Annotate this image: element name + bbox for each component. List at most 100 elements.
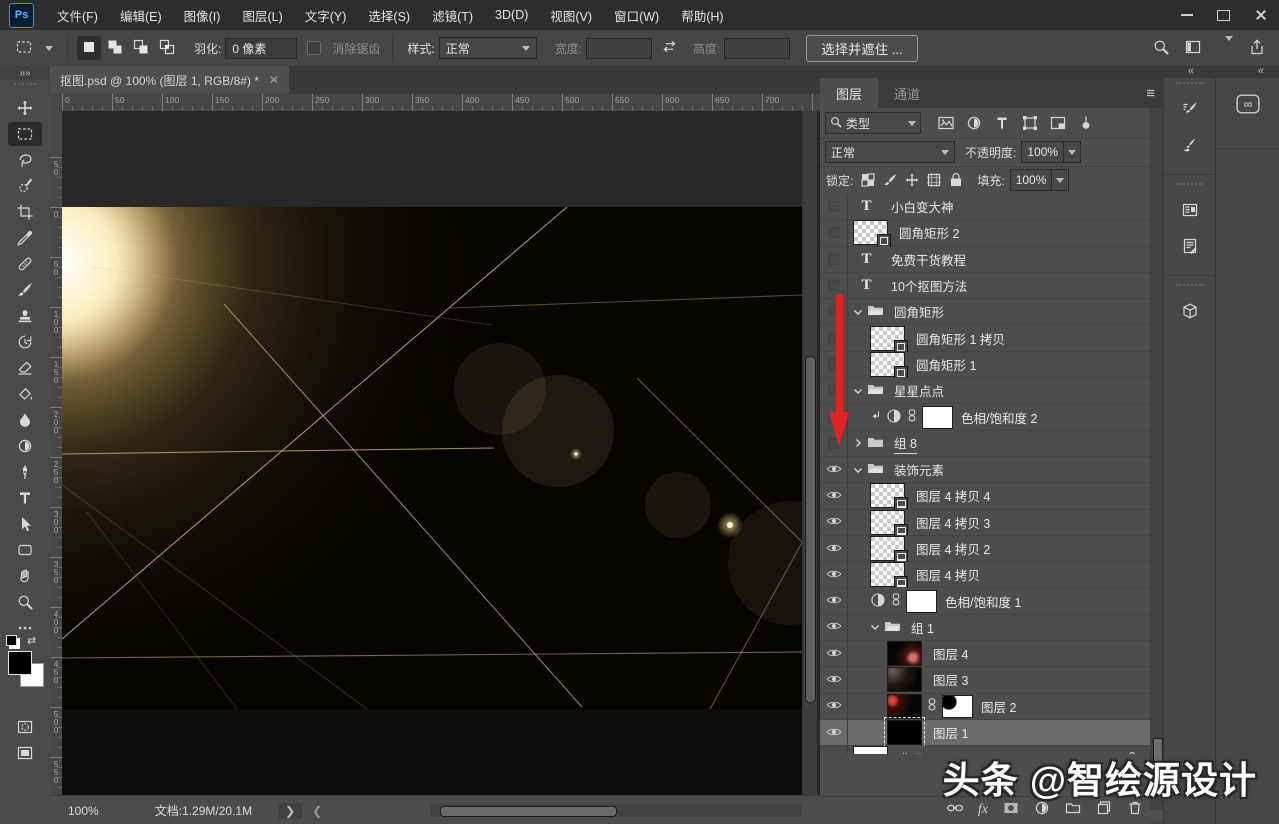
status-expand-icon[interactable]: ❯: [278, 802, 303, 819]
rectangle-tool[interactable]: [0, 537, 50, 563]
eraser-tool[interactable]: [0, 355, 50, 381]
panel-character-button[interactable]: [1164, 193, 1216, 229]
visibility-toggle[interactable]: [820, 456, 848, 483]
spot-healing-tool[interactable]: [0, 251, 50, 277]
layer-thumbnail[interactable]: [887, 641, 922, 667]
panel-menu-icon[interactable]: ≡: [1146, 85, 1155, 102]
chevron-right-icon[interactable]: [850, 438, 865, 448]
zoom-level[interactable]: 100%: [68, 804, 99, 818]
canvas[interactable]: [62, 111, 802, 795]
hand-tool[interactable]: [0, 563, 50, 589]
path-selection-tool[interactable]: [0, 511, 50, 537]
chevron-down-icon[interactable]: [850, 308, 865, 316]
layer-row-17[interactable]: 图层 4: [820, 641, 1150, 668]
layer-row-2[interactable]: T 免费干货教程: [820, 246, 1150, 273]
layer-row-4[interactable]: 圆角矩形: [820, 299, 1150, 326]
layer-thumbnail[interactable]: [853, 220, 891, 249]
subtract-from-selection-button[interactable]: [129, 36, 153, 60]
height-input[interactable]: [724, 37, 791, 59]
fill-input[interactable]: 100%: [1009, 169, 1053, 191]
maximize-button[interactable]: [1205, 0, 1242, 30]
layer-row-3[interactable]: T 10个抠图方法: [820, 272, 1150, 300]
visibility-toggle[interactable]: [820, 509, 848, 535]
pen-tool[interactable]: [0, 459, 50, 485]
clone-stamp-tool[interactable]: [0, 303, 50, 329]
menu-item-4[interactable]: 文字(Y): [294, 0, 358, 30]
panel-3d-button[interactable]: [1164, 294, 1216, 330]
filter-shape-icon[interactable]: [1017, 113, 1043, 133]
layer-mask-thumbnail[interactable]: [906, 589, 937, 613]
lock-all-icon[interactable]: [945, 170, 967, 190]
layer-row-9[interactable]: 组 8: [820, 430, 1150, 457]
opacity-input[interactable]: 100%: [1021, 141, 1065, 163]
layer-thumbnail[interactable]: [870, 325, 908, 354]
filter-toggle-icon[interactable]: [1073, 113, 1099, 133]
visibility-toggle[interactable]: [820, 719, 848, 746]
new-selection-button[interactable]: [77, 36, 101, 60]
menu-item-3[interactable]: 图层(L): [231, 0, 293, 30]
visibility-toggle[interactable]: [820, 746, 848, 754]
layer-row-12[interactable]: 图层 4 拷贝 3: [820, 509, 1150, 538]
visibility-toggle[interactable]: [820, 588, 848, 614]
layer-row-5[interactable]: 圆角矩形 1 拷贝: [820, 325, 1150, 354]
default-colors-icon[interactable]: [6, 634, 17, 646]
intersect-with-selection-button[interactable]: [155, 36, 179, 60]
menu-item-10[interactable]: 帮助(H): [670, 0, 734, 30]
visibility-toggle[interactable]: [820, 246, 848, 272]
dock-grip[interactable]: [1176, 82, 1204, 90]
layer-row-7[interactable]: 星星点点: [820, 378, 1150, 405]
gradient-tool[interactable]: [0, 381, 50, 407]
select-and-mask-button[interactable]: 选择并遮住 ...: [806, 34, 918, 62]
tab-channels[interactable]: 通道: [878, 78, 936, 108]
layer-thumbnail[interactable]: [853, 746, 888, 754]
scroll-left-icon[interactable]: ❮: [312, 804, 322, 818]
collapse-tools-icon[interactable]: »»: [0, 66, 50, 80]
menu-item-5[interactable]: 选择(S): [357, 0, 421, 30]
menu-item-2[interactable]: 图像(I): [173, 0, 232, 30]
type-tool[interactable]: [0, 485, 50, 511]
visibility-toggle[interactable]: [820, 693, 848, 719]
fill-dropdown-icon[interactable]: [1052, 169, 1070, 191]
layer-row-19[interactable]: 图层 2: [820, 693, 1150, 720]
chevron-down-icon[interactable]: [1217, 36, 1233, 55]
chevron-down-icon[interactable]: [850, 387, 865, 395]
screen-mode-button[interactable]: [0, 741, 50, 767]
swap-width-height-icon[interactable]: [662, 39, 677, 57]
creative-cloud-icon[interactable]: ∞: [1216, 78, 1279, 149]
lock-position-icon[interactable]: [901, 170, 923, 190]
style-select[interactable]: 正常: [438, 37, 537, 59]
layer-row-8[interactable]: 色相/饱和度 2: [820, 404, 1150, 431]
filter-adjustment-icon[interactable]: [961, 113, 987, 133]
visibility-toggle[interactable]: [820, 194, 848, 220]
visibility-toggle[interactable]: [820, 535, 848, 562]
vertical-scrollbar-thumb[interactable]: [805, 356, 816, 703]
filter-smart-icon[interactable]: [1045, 113, 1071, 133]
blur-tool[interactable]: [0, 407, 50, 433]
panel-brush-settings-button[interactable]: [1164, 92, 1216, 128]
close-button[interactable]: [1242, 0, 1279, 30]
chevron-down-icon[interactable]: [850, 466, 865, 474]
close-tab-icon[interactable]: ✕: [269, 73, 279, 87]
tool-preset-picker[interactable]: [10, 36, 59, 61]
canvas-vertical-scrollbar[interactable]: [802, 111, 817, 795]
menu-item-7[interactable]: 3D(D): [484, 0, 539, 30]
layer-row-11[interactable]: 图层 4 拷贝 4: [820, 483, 1150, 512]
horizontal-ruler[interactable]: 0 50 100 150 200 250 300 350 400 450 500 550 600 650 7…: [62, 94, 820, 112]
layer-row-13[interactable]: 图层 4 拷贝 2: [820, 535, 1150, 564]
share-icon[interactable]: [1249, 39, 1265, 58]
rectangular-marquee-tool[interactable]: [0, 121, 50, 147]
layer-thumbnail[interactable]: [870, 351, 908, 380]
move-tool[interactable]: [0, 95, 50, 121]
layer-thumbnail[interactable]: [870, 562, 908, 591]
filter-type-icon[interactable]: [989, 113, 1015, 133]
lock-paint-icon[interactable]: [879, 170, 901, 190]
visibility-toggle[interactable]: [820, 641, 848, 667]
panel-paragraph-button[interactable]: [1164, 229, 1216, 265]
layer-mask-thumbnail[interactable]: [922, 405, 953, 429]
layer-row-15[interactable]: 色相/饱和度 1: [820, 588, 1150, 615]
layer-row-1[interactable]: 圆角矩形 2: [820, 220, 1150, 249]
collapse-dock-icon[interactable]: «: [1188, 65, 1194, 77]
menu-item-9[interactable]: 窗口(W): [603, 0, 670, 30]
layer-mask-thumbnail[interactable]: [942, 694, 973, 718]
document-tab[interactable]: 抠图.psd @ 100% (图层 1, RGB/8#) * ✕: [50, 66, 289, 94]
